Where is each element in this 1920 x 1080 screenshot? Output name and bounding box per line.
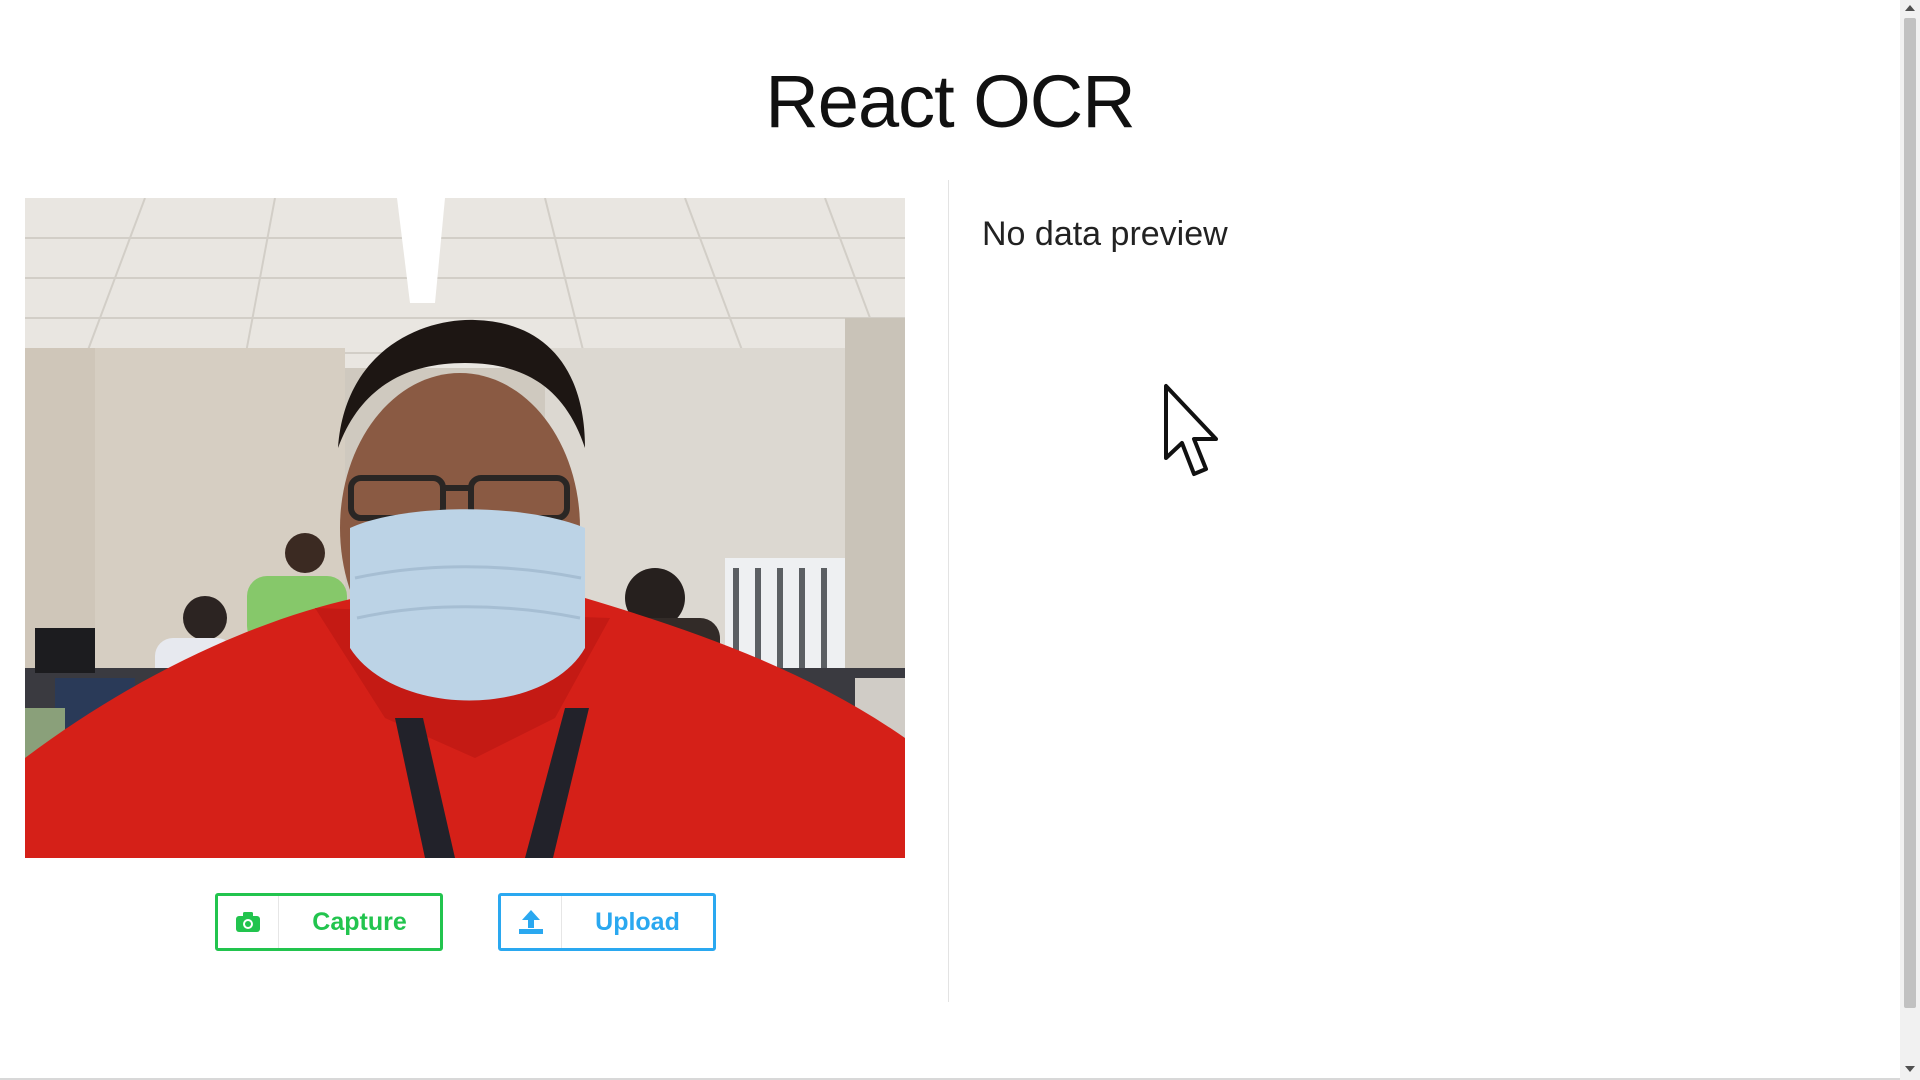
scroll-down-arrow-icon[interactable] — [1905, 1066, 1915, 1072]
webcam-video — [25, 198, 905, 858]
scrollbar-thumb[interactable] — [1904, 18, 1916, 1008]
capture-button[interactable]: Capture — [215, 893, 443, 951]
camera-icon — [218, 896, 279, 948]
webcam-frame-image — [25, 198, 905, 858]
scroll-up-arrow-icon[interactable] — [1905, 5, 1915, 11]
vertical-scrollbar[interactable] — [1900, 0, 1920, 1080]
upload-button-label: Upload — [595, 907, 680, 936]
page-title: React OCR — [765, 60, 1135, 143]
upload-icon — [501, 896, 562, 948]
column-divider — [948, 180, 949, 1002]
upload-button[interactable]: Upload — [498, 893, 716, 951]
mouse-pointer-icon — [1162, 382, 1226, 487]
app-page: React OCR No data preview Capture Upload — [0, 0, 1920, 1080]
ocr-preview-empty-text: No data preview — [982, 215, 1228, 253]
capture-button-label: Capture — [312, 907, 407, 936]
